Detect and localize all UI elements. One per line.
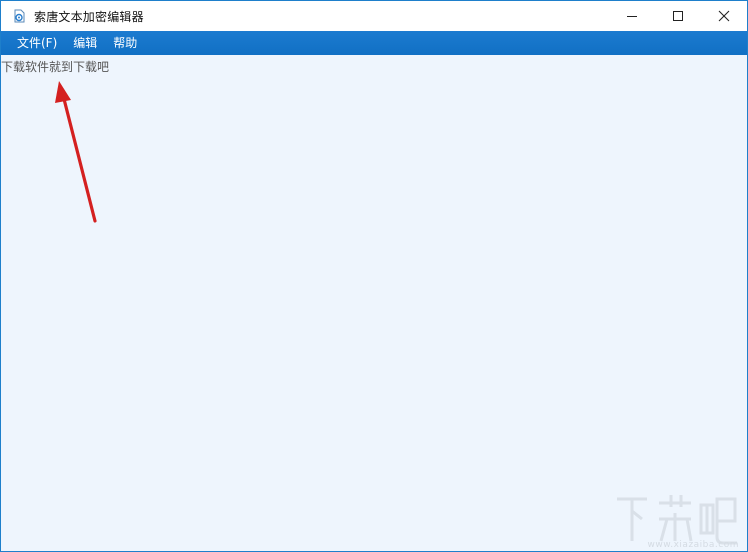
app-window: 索唐文本加密编辑器 文件(F) 编辑 帮助 下载软件就到下载吧 www.xiaz… bbox=[0, 0, 748, 552]
maximize-button[interactable] bbox=[655, 1, 701, 31]
window-title: 索唐文本加密编辑器 bbox=[34, 9, 144, 24]
maximize-icon bbox=[673, 11, 683, 21]
minimize-icon bbox=[627, 16, 637, 17]
title-bar[interactable]: 索唐文本加密编辑器 bbox=[1, 1, 747, 31]
close-button[interactable] bbox=[701, 1, 747, 31]
menu-file[interactable]: 文件(F) bbox=[9, 31, 65, 55]
menu-edit[interactable]: 编辑 bbox=[65, 31, 105, 55]
close-icon bbox=[718, 10, 730, 22]
text-editor-area[interactable]: 下载软件就到下载吧 www.xiazaiba.com bbox=[1, 55, 747, 551]
window-controls bbox=[609, 1, 747, 31]
watermark-url: www.xiazaiba.com bbox=[647, 540, 739, 550]
annotation-arrow-icon bbox=[55, 81, 97, 223]
minimize-button[interactable] bbox=[609, 1, 655, 31]
app-logo-icon bbox=[14, 9, 25, 23]
menu-bar: 文件(F) 编辑 帮助 bbox=[1, 31, 747, 55]
menu-help[interactable]: 帮助 bbox=[105, 31, 145, 55]
